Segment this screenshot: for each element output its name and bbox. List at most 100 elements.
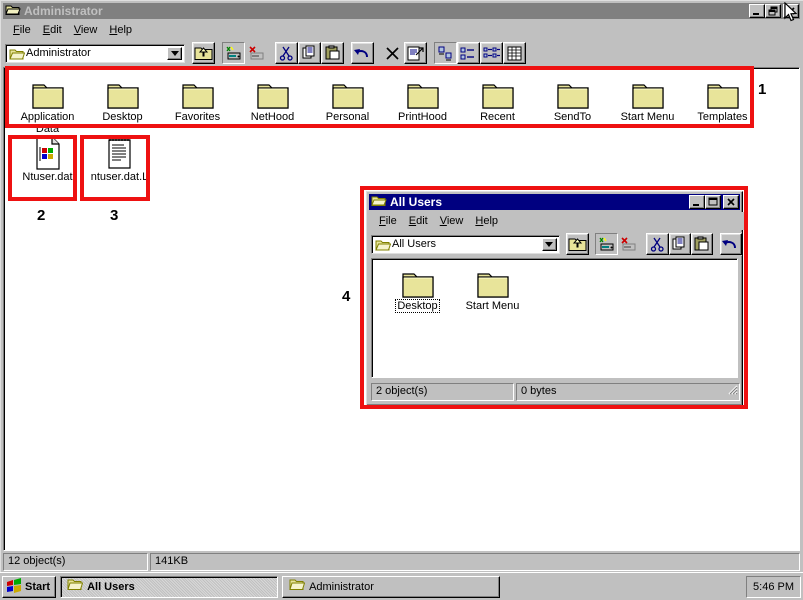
folder-open-icon bbox=[67, 578, 84, 595]
status-size: 141KB bbox=[150, 553, 800, 571]
icon-label: Favorites bbox=[174, 111, 221, 123]
folder-icon bbox=[610, 78, 685, 110]
menu-item-edit[interactable]: Edit bbox=[403, 214, 434, 228]
folder-open-icon bbox=[5, 3, 21, 20]
folder-icon bbox=[310, 78, 385, 110]
cut-icon[interactable] bbox=[275, 42, 298, 64]
undo-icon[interactable] bbox=[351, 42, 374, 64]
up-one-level-icon[interactable] bbox=[192, 42, 215, 64]
all-users-window: All Users File Edit View Help All Users … bbox=[366, 191, 744, 406]
all-users-statusbar: 2 object(s) 0 bytes bbox=[371, 383, 740, 401]
chevron-down-icon[interactable] bbox=[541, 237, 557, 251]
close-button[interactable] bbox=[783, 4, 799, 18]
start-label: Start bbox=[25, 580, 51, 593]
folder-icon bbox=[385, 78, 460, 110]
menu-item-view[interactable]: View bbox=[434, 214, 470, 228]
disconnect-network-drive-icon[interactable] bbox=[617, 233, 640, 255]
folder-icon bbox=[535, 78, 610, 110]
undo-icon[interactable] bbox=[719, 233, 742, 255]
cut-icon[interactable] bbox=[646, 233, 669, 255]
administrator-titlebar[interactable]: Administrator bbox=[3, 3, 800, 19]
system-tray[interactable]: 5:46 PM bbox=[746, 575, 801, 598]
maximize-button[interactable] bbox=[705, 195, 721, 209]
icon-desktop[interactable]: Desktop bbox=[380, 267, 455, 313]
taskbar-button-label: Administrator bbox=[309, 580, 374, 593]
icon-nethood[interactable]: NetHood bbox=[235, 78, 310, 123]
windows-flag-icon bbox=[6, 577, 22, 596]
icon-label: NetHood bbox=[250, 111, 295, 123]
icon-sendto[interactable]: SendTo bbox=[535, 78, 610, 123]
start-button[interactable]: Start bbox=[2, 575, 57, 598]
icon-label: Personal bbox=[325, 111, 370, 123]
menu-item-file[interactable]: File bbox=[373, 214, 403, 228]
icon-label: Desktop bbox=[102, 111, 143, 123]
address-combobox[interactable]: Administrator bbox=[5, 43, 185, 64]
taskbar-button-administrator[interactable]: Administrator bbox=[282, 575, 501, 598]
icon-label: Application Data bbox=[20, 111, 75, 135]
icon-personal[interactable]: Personal bbox=[310, 78, 385, 123]
menu-item-help[interactable]: Help bbox=[469, 214, 504, 228]
properties-icon[interactable] bbox=[404, 42, 427, 64]
disconnect-network-drive-icon[interactable] bbox=[245, 42, 268, 64]
icon-label: PrintHood bbox=[398, 111, 447, 123]
minimize-button[interactable] bbox=[749, 4, 765, 18]
folder-open-icon bbox=[289, 578, 306, 595]
all-users-titlebar[interactable]: All Users bbox=[369, 194, 740, 210]
address-value: Administrator bbox=[26, 47, 91, 59]
clock: 5:46 PM bbox=[753, 580, 794, 593]
taskbar-button-label: All Users bbox=[87, 580, 135, 593]
map-network-drive-icon[interactable] bbox=[222, 42, 245, 64]
icon-desktop[interactable]: Desktop bbox=[85, 78, 160, 123]
address-combobox[interactable]: All Users bbox=[371, 234, 560, 255]
resize-grip[interactable] bbox=[726, 384, 738, 400]
folder-icon bbox=[380, 267, 455, 299]
menu-item-view[interactable]: View bbox=[68, 23, 104, 37]
icon-start-menu[interactable]: Start Menu bbox=[610, 78, 685, 123]
icon-application-data[interactable]: Application Data bbox=[10, 78, 85, 135]
icon-recent[interactable]: Recent bbox=[460, 78, 535, 123]
folder-icon bbox=[460, 78, 535, 110]
minimize-button[interactable] bbox=[689, 195, 705, 209]
administrator-menubar: File Edit View Help bbox=[3, 21, 803, 39]
annotation-number-2: 2 bbox=[37, 207, 46, 224]
folder-icon bbox=[10, 78, 85, 110]
icon-label: SendTo bbox=[553, 111, 592, 123]
chevron-down-icon[interactable] bbox=[167, 46, 182, 60]
registry-file-icon bbox=[10, 136, 85, 170]
copy-icon[interactable] bbox=[298, 42, 321, 64]
copy-icon[interactable] bbox=[668, 233, 691, 255]
icon-label: Start Menu bbox=[465, 300, 520, 312]
restore-button[interactable] bbox=[765, 4, 781, 18]
icon-ntuser-dat-log[interactable]: ntuser.dat.L bbox=[82, 138, 157, 183]
text-file-icon bbox=[82, 138, 157, 170]
menu-item-file[interactable]: File bbox=[7, 23, 37, 37]
details-view-icon[interactable] bbox=[503, 42, 526, 64]
administrator-statusbar: 12 object(s) 141KB bbox=[3, 553, 800, 571]
folder-open-icon bbox=[375, 239, 392, 255]
folder-icon bbox=[455, 267, 530, 299]
administrator-toolbar: Administrator bbox=[3, 41, 802, 65]
map-network-drive-icon[interactable] bbox=[595, 233, 618, 255]
screen: Administrator File Edit View Help Admini… bbox=[0, 0, 803, 600]
large-icons-icon[interactable] bbox=[434, 42, 457, 64]
small-icons-icon[interactable] bbox=[457, 42, 480, 64]
icon-printhood[interactable]: PrintHood bbox=[385, 78, 460, 123]
annotation-number-1: 1 bbox=[758, 81, 767, 98]
delete-icon[interactable] bbox=[381, 42, 404, 64]
list-view-icon[interactable] bbox=[480, 42, 503, 64]
all-users-menubar: File Edit View Help bbox=[369, 212, 744, 230]
icon-start-menu[interactable]: Start Menu bbox=[455, 267, 530, 312]
menu-item-edit[interactable]: Edit bbox=[37, 23, 68, 37]
icon-favorites[interactable]: Favorites bbox=[160, 78, 235, 123]
icon-templates[interactable]: Templates bbox=[685, 78, 760, 123]
menu-item-help[interactable]: Help bbox=[103, 23, 138, 37]
all-users-file-pane[interactable]: Desktop Start Menu bbox=[371, 258, 738, 378]
taskbar-button-all-users[interactable]: All Users bbox=[60, 575, 279, 598]
up-one-level-icon[interactable] bbox=[566, 233, 589, 255]
paste-icon[interactable] bbox=[321, 42, 344, 64]
icon-ntuser-dat[interactable]: Ntuser.dat bbox=[10, 136, 85, 183]
folder-open-icon bbox=[9, 48, 26, 64]
paste-icon[interactable] bbox=[690, 233, 714, 255]
folder-open-icon bbox=[371, 194, 387, 211]
close-button[interactable] bbox=[723, 195, 739, 209]
